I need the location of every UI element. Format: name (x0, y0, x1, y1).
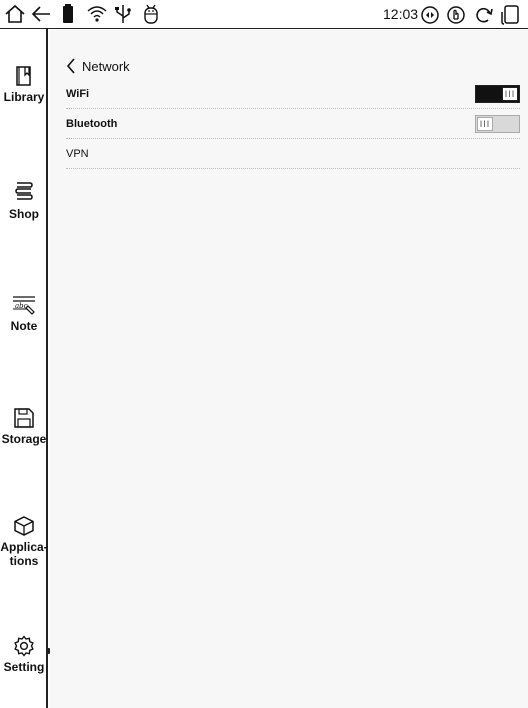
sidebar-item-setting[interactable]: Setting (0, 635, 48, 674)
sidebar: Library Shop abc Note Storage Applica-ti… (0, 29, 50, 708)
refresh-icon[interactable] (474, 5, 494, 25)
toggle-knob: III (502, 86, 518, 101)
back-icon[interactable] (30, 4, 52, 24)
vpn-label: VPN (66, 147, 89, 160)
usb-icon (115, 5, 131, 23)
battery-icon (63, 4, 73, 23)
sidebar-item-label: Library (3, 90, 45, 104)
page-title: Network (82, 58, 130, 74)
setting-icon (14, 635, 34, 657)
toggle-knob: III (477, 116, 493, 131)
status-time: 12:03 (383, 6, 419, 22)
back-button[interactable]: Network (66, 56, 130, 76)
vpn-row[interactable]: VPN (66, 139, 520, 169)
wifi-label: WiFi (66, 87, 90, 100)
sidebar-item-label: Shop (9, 207, 39, 221)
sidebar-item-label: Note (10, 319, 38, 333)
sidebar-item-label: Applica-tions (0, 540, 48, 568)
sidebar-item-library[interactable]: Library (0, 65, 48, 104)
home-icon[interactable] (4, 4, 26, 24)
screen-mode-icon[interactable] (500, 4, 522, 25)
note-icon: abc (13, 296, 35, 315)
sidebar-item-shop[interactable]: Shop (0, 180, 48, 221)
sidebar-item-note[interactable]: abc Note (0, 294, 48, 333)
wifi-icon (87, 6, 107, 22)
chevron-left-icon (66, 58, 75, 74)
wifi-toggle[interactable]: III (475, 84, 520, 103)
android-debug-icon (144, 4, 158, 24)
bluetooth-row[interactable]: Bluetooth III (66, 109, 520, 139)
bluetooth-toggle[interactable]: III (475, 114, 520, 133)
touch-icon[interactable] (446, 5, 466, 25)
applications-icon (14, 516, 34, 536)
sidebar-item-storage[interactable]: Storage (0, 407, 48, 446)
auto-rotate-icon[interactable] (420, 5, 440, 25)
sidebar-item-label: Setting (3, 660, 45, 674)
library-icon (16, 66, 31, 86)
wifi-row[interactable]: WiFi III (66, 79, 520, 109)
shop-icon (15, 182, 33, 200)
storage-icon (14, 408, 34, 428)
main-panel: Network WiFi III Bluetooth III VPN (50, 30, 528, 708)
sidebar-item-label: Storage (1, 432, 47, 446)
sidebar-item-applications[interactable]: Applica-tions (0, 515, 48, 568)
bluetooth-label: Bluetooth (66, 117, 118, 130)
status-bar: 12:03 (0, 0, 528, 29)
